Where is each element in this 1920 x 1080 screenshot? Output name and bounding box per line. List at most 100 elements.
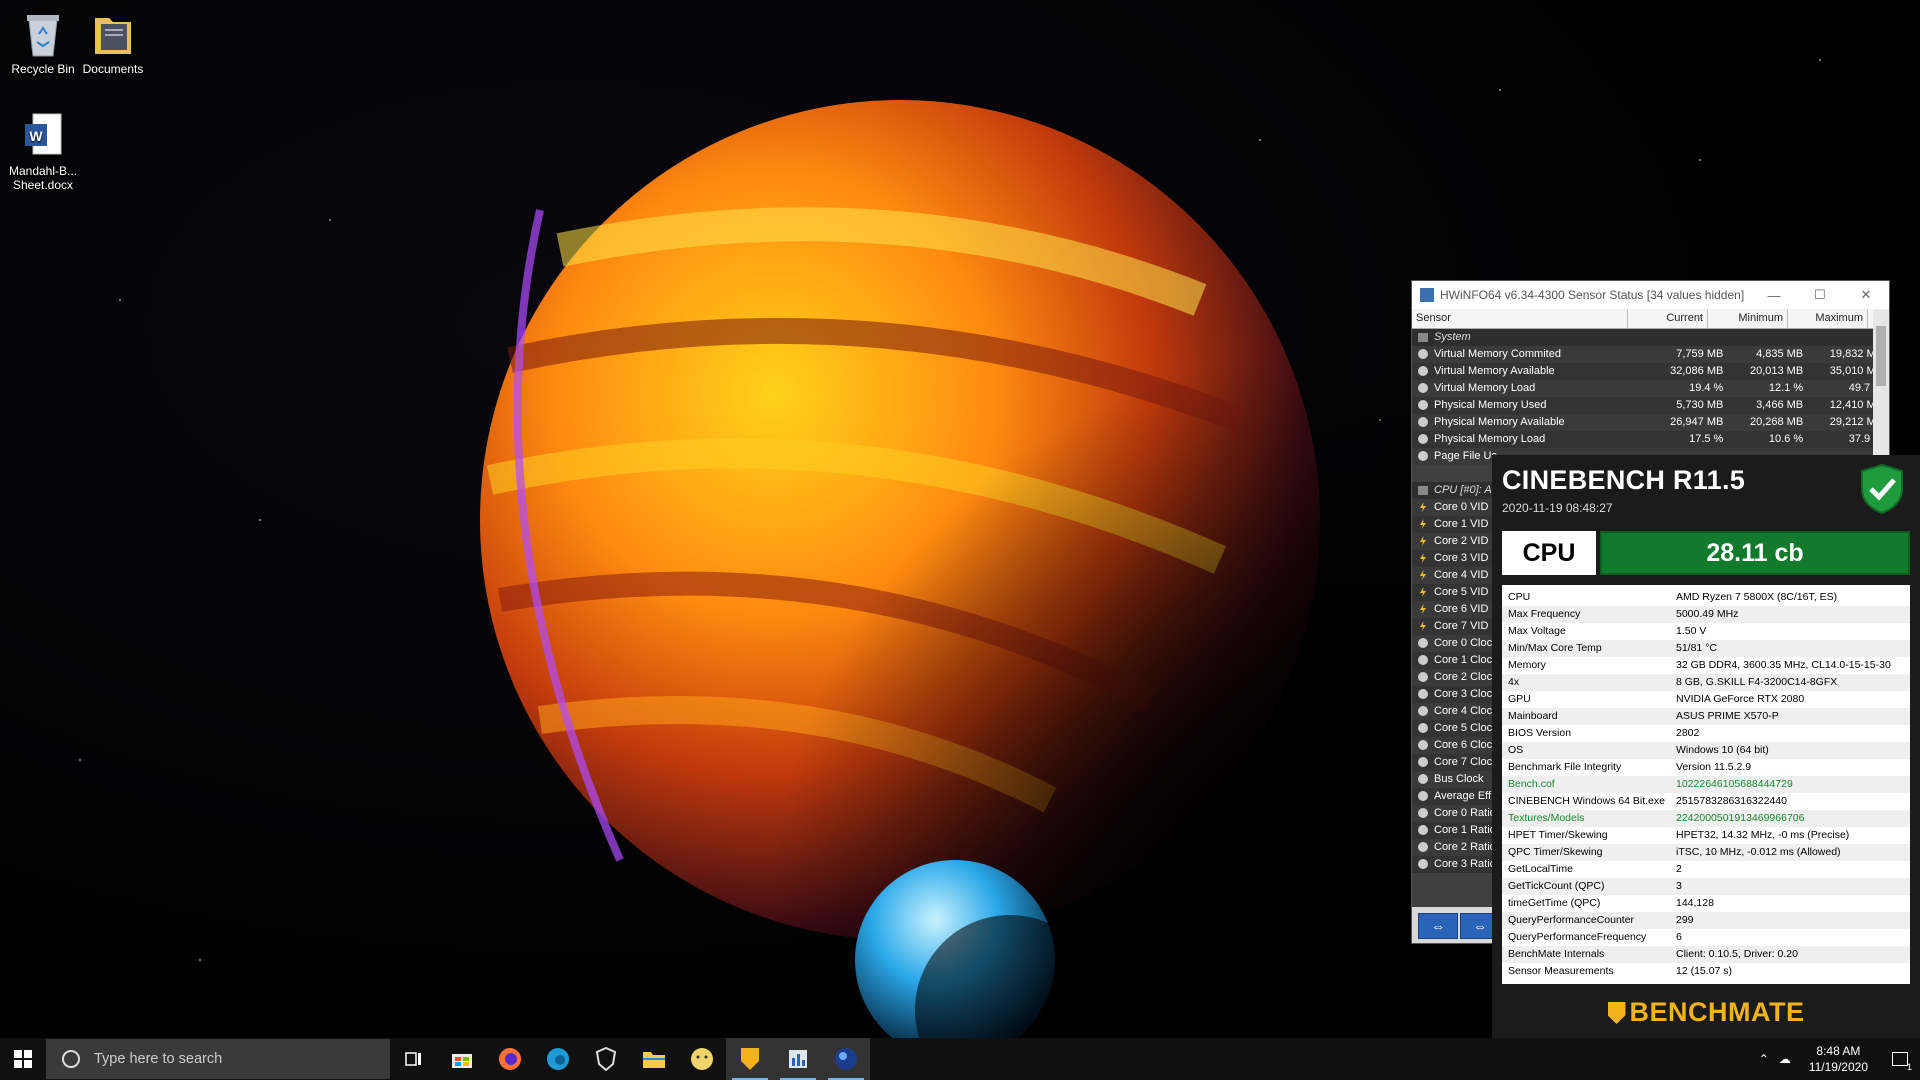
info-value: 2515783286316322440 <box>1676 795 1787 807</box>
sensor-group-label: System <box>1434 331 1471 343</box>
sensor-row[interactable]: Virtual Memory Load 19.4 % 12.1 % 49.7 % <box>1412 380 1889 397</box>
info-key: HPET Timer/Skewing <box>1508 829 1608 841</box>
task-view-button[interactable] <box>390 1038 438 1080</box>
info-row: GPU NVIDIA GeForce RTX 2080 <box>1502 691 1910 708</box>
info-key: Mainboard <box>1508 710 1558 722</box>
word-document-icon: W <box>19 110 67 160</box>
taskbar-app-file-explorer[interactable] <box>630 1038 678 1080</box>
info-value: Client: 0.10.5, Driver: 0.20 <box>1676 948 1798 960</box>
svg-text:W: W <box>29 128 43 144</box>
notification-icon <box>1892 1052 1908 1066</box>
hwinfo-icon <box>789 1050 807 1068</box>
column-header-sensor[interactable]: Sensor <box>1412 310 1628 328</box>
show-hidden-icons-chevron-icon[interactable]: ⌃ <box>1759 1052 1769 1066</box>
desktop-icon-word-document[interactable]: W Mandahl-B... Sheet.docx <box>0 110 86 192</box>
info-key: Max Frequency <box>1508 608 1581 620</box>
voltage-bolt-icon <box>1420 536 1426 546</box>
maximize-icon[interactable]: ☐ <box>1797 287 1843 303</box>
desktop-icon-label: Recycle Bin <box>11 62 75 76</box>
column-header-current[interactable]: Current <box>1628 310 1708 328</box>
taskbar-app-benchmate[interactable] <box>726 1038 774 1080</box>
info-value: 8 GB, G.SKILL F4-3200C14-8GFX <box>1676 676 1838 688</box>
info-key: CPU <box>1508 591 1531 603</box>
info-row: Mainboard ASUS PRIME X570-P <box>1502 708 1910 725</box>
sensor-group-system[interactable]: System <box>1412 329 1889 346</box>
info-key: Max Voltage <box>1508 625 1566 637</box>
voltage-bolt-icon <box>1420 587 1426 597</box>
sensor-label: Core 7 Clock <box>1434 756 1498 768</box>
onedrive-cloud-icon[interactable]: ☁ <box>1779 1052 1791 1066</box>
sensor-label: Physical Memory Available <box>1434 416 1565 428</box>
desktop-icon-documents[interactable]: Documents <box>70 8 156 76</box>
sensor-row[interactable]: Physical Memory Available 26,947 MB 20,268… <box>1412 414 1889 431</box>
info-key: QPC Timer/Skewing <box>1508 846 1603 858</box>
taskbar-app-firefox[interactable] <box>486 1038 534 1080</box>
info-value: iTSC, 10 MHz, -0.012 ms (Allowed) <box>1676 846 1841 858</box>
sensor-label: Page File Us <box>1434 450 1497 462</box>
voltage-bolt-icon <box>1420 553 1426 563</box>
column-header-minimum[interactable]: Minimum <box>1708 310 1788 328</box>
sensor-clock-icon <box>1418 859 1428 869</box>
info-value: 2 <box>1676 863 1682 875</box>
minimize-icon[interactable]: — <box>1751 288 1797 303</box>
voltage-bolt-icon <box>1420 621 1426 631</box>
sensor-clock-icon <box>1418 842 1428 852</box>
taskbar-app-brave[interactable] <box>582 1038 630 1080</box>
taskbar-clock[interactable]: 8:48 AM 11/19/2020 <box>1809 1043 1868 1075</box>
info-value: 1.50 V <box>1676 625 1707 637</box>
info-key: OS <box>1508 744 1524 756</box>
info-row: Max Voltage 1.50 V <box>1502 623 1910 640</box>
sensor-minimum-value: 10.6 % <box>1768 433 1804 445</box>
info-row: BenchMate Internals Client: 0.10.5, Drive… <box>1502 946 1910 963</box>
info-row: QueryPerformanceFrequency 6 <box>1502 929 1910 946</box>
navigate-arrows-icon[interactable]: ⇔ <box>1418 913 1458 939</box>
taskbar-app-store[interactable] <box>438 1038 486 1080</box>
sensor-clock-icon <box>1418 723 1428 733</box>
firefox-icon <box>499 1048 521 1070</box>
sensor-row[interactable]: Virtual Memory Available 32,086 MB 20,013 … <box>1412 363 1889 380</box>
info-value: AMD Ryzen 7 5800X (8C/16T, ES) <box>1676 591 1838 603</box>
sensor-row[interactable]: Virtual Memory Commited 7,759 MB 4,835 MB 1… <box>1412 346 1889 363</box>
info-value: 12 (15.07 s) <box>1676 965 1733 977</box>
sensor-label: Core 6 Clock <box>1434 739 1498 751</box>
info-row: OS Windows 10 (64 bit) <box>1502 742 1910 759</box>
sensor-clock-icon <box>1418 740 1428 750</box>
sensor-current-value: 7,759 MB <box>1676 348 1724 360</box>
column-header-maximum[interactable]: Maximum <box>1788 310 1868 328</box>
sensor-clock-icon <box>1418 774 1428 784</box>
taskbar-app-emoji[interactable] <box>678 1038 726 1080</box>
sensor-label: Core 2 Ratio <box>1434 841 1496 853</box>
taskbar-app-edge[interactable] <box>534 1038 582 1080</box>
hwinfo-titlebar[interactable]: HWiNFO64 v6.34-4300 Sensor Status [34 va… <box>1412 281 1889 309</box>
sensor-minimum-value: 20,268 MB <box>1749 416 1804 428</box>
system-sensor-rows: Virtual Memory Commited 7,759 MB 4,835 MB 1… <box>1412 346 1889 465</box>
sensor-label: Core 5 VID <box>1434 586 1489 598</box>
sensor-minimum-value: 3,466 MB <box>1756 399 1804 411</box>
store-icon <box>452 1054 472 1068</box>
sensor-current-value: 17.5 % <box>1689 433 1724 445</box>
benchmate-logo: BENCHMATE <box>1492 997 1920 1028</box>
taskbar-search-box[interactable]: Type here to search <box>46 1039 390 1079</box>
start-button[interactable] <box>0 1038 46 1080</box>
sensor-label: Core 3 Ratio <box>1434 858 1496 870</box>
sensor-current-value: 26,947 MB <box>1670 416 1724 428</box>
notification-center-button[interactable]: 1 <box>1880 1038 1920 1080</box>
sensor-label: Core 5 Clock <box>1434 722 1498 734</box>
notification-count-badge: 1 <box>1906 1062 1912 1072</box>
info-value: 32 GB DDR4, 3600.35 MHz, CL14.0-15-15-30 <box>1676 659 1891 671</box>
close-icon[interactable]: ✕ <box>1843 287 1889 303</box>
benchmark-score: 28.11 cb <box>1600 531 1910 575</box>
sensor-row[interactable]: Physical Memory Load 17.5 % 10.6 % 37.9 % <box>1412 431 1889 448</box>
info-value: NVIDIA GeForce RTX 2080 <box>1676 693 1805 705</box>
info-row: CINEBENCH Windows 64 Bit.exe 251578328631… <box>1502 793 1910 810</box>
voltage-bolt-icon <box>1420 570 1426 580</box>
sensor-clock-icon <box>1418 791 1428 801</box>
edge-icon <box>547 1048 569 1070</box>
taskbar-app-hwinfo[interactable] <box>774 1038 822 1080</box>
taskbar-app-cinebench[interactable] <box>822 1038 870 1080</box>
info-key: Memory <box>1508 659 1546 671</box>
sensor-row[interactable]: Physical Memory Used 5,730 MB 3,466 MB 12,4… <box>1412 397 1889 414</box>
scrollbar-thumb[interactable] <box>1876 326 1886 386</box>
info-key: Benchmark File Integrity <box>1508 761 1622 773</box>
sensor-label: Core 2 Clock <box>1434 671 1498 683</box>
